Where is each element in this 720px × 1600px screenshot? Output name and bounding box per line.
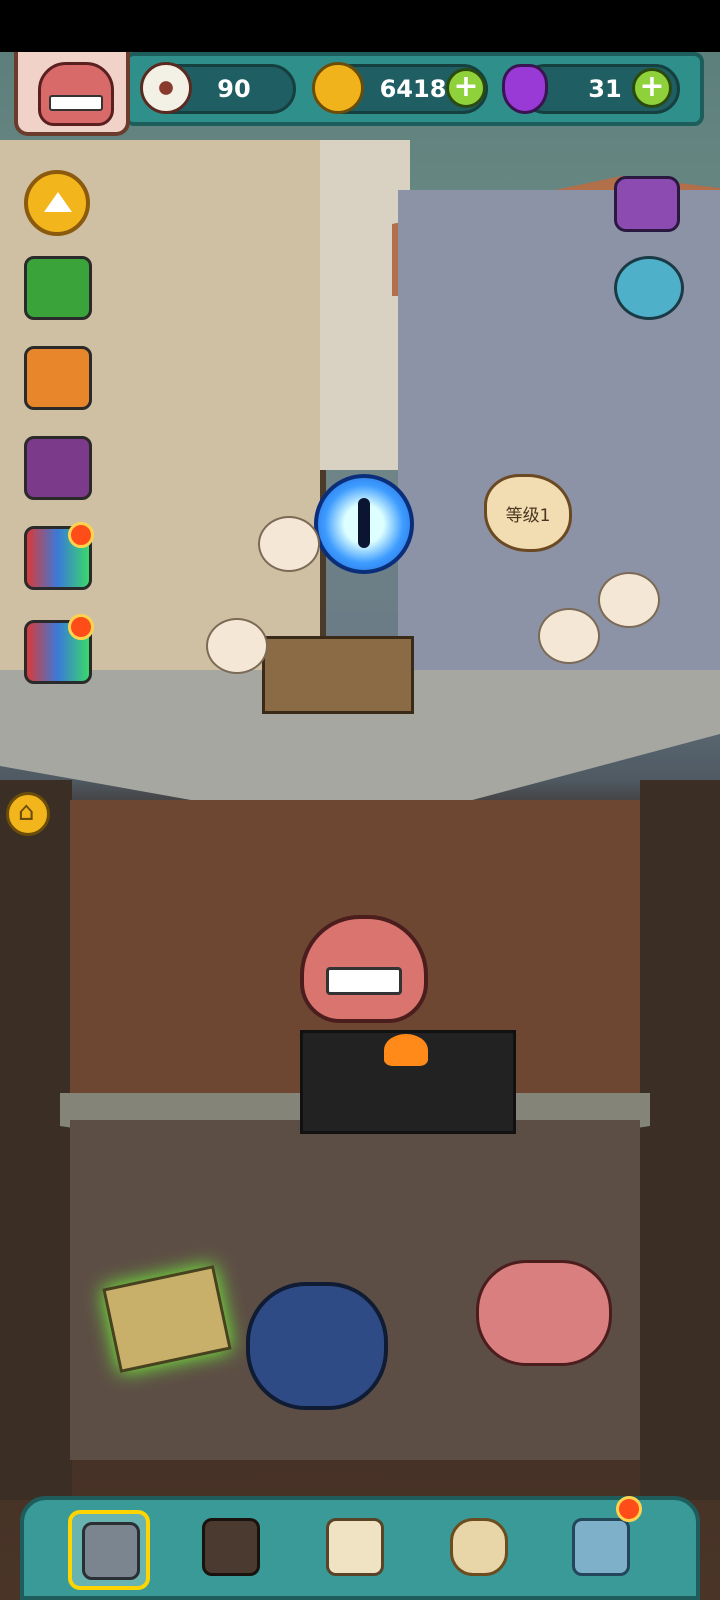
eyeball-count: 90 — [217, 75, 251, 103]
nav-shop[interactable] — [440, 1510, 522, 1590]
nav-restaurant[interactable] — [68, 1510, 150, 1590]
customer-thought-bubble — [598, 572, 660, 628]
collapse-menu-button[interactable] — [24, 170, 90, 236]
monster-pair-icon[interactable] — [614, 256, 684, 320]
add-potions-button[interactable]: + — [632, 68, 672, 108]
video-ad-tv-icon[interactable] — [614, 176, 680, 232]
nav-recipe-book[interactable] — [316, 1510, 398, 1590]
status-bar — [0, 0, 720, 52]
notification-badge — [68, 614, 94, 640]
coin-bag-icon — [450, 1518, 508, 1576]
pink-monster[interactable] — [476, 1260, 612, 1366]
nav-more[interactable] — [562, 1510, 644, 1590]
bottom-nav-bar — [20, 1496, 700, 1600]
restaurant-icon — [82, 1522, 140, 1580]
notification-badge — [616, 1496, 642, 1522]
gift-box-orange-icon[interactable] — [24, 346, 92, 410]
sleeping-blue-monster[interactable] — [246, 1282, 388, 1410]
earth-right — [640, 780, 720, 1500]
resource-bar: 90 6418 31 + + — [124, 52, 704, 126]
octopus-teeth — [326, 967, 402, 995]
fire-icon — [384, 1034, 428, 1066]
player-avatar[interactable] — [14, 52, 130, 136]
cards-icon[interactable] — [24, 436, 92, 500]
middle-building — [320, 140, 410, 470]
nav-monster-stove[interactable] — [192, 1510, 274, 1590]
add-coins-button[interactable]: + — [446, 68, 486, 108]
food-cart[interactable] — [262, 636, 414, 714]
furnace-monster-icon — [202, 1518, 260, 1576]
customer-thought-bubble — [206, 618, 268, 674]
avatar-monster-icon — [38, 62, 114, 126]
customer-thought-bubble — [538, 608, 600, 664]
grid-menu-icon — [572, 1518, 630, 1576]
earth-left — [0, 780, 72, 1500]
customer-thought-bubble — [258, 516, 320, 572]
eyeball-icon — [140, 62, 192, 114]
potion-count: 31 — [588, 75, 622, 103]
notification-badge — [68, 522, 94, 548]
octopus-chef-monster[interactable] — [300, 915, 428, 1023]
home-icon[interactable] — [6, 792, 50, 836]
level-badge[interactable]: 等级1 — [484, 474, 572, 552]
avatar-teeth — [49, 95, 103, 111]
right-building — [398, 190, 720, 670]
coin-count: 6418 — [379, 75, 447, 103]
coin-icon — [312, 62, 364, 114]
gift-box-green-icon[interactable] — [24, 256, 92, 320]
portal-pupil — [358, 498, 370, 548]
portal-eye-icon[interactable] — [314, 474, 414, 574]
potion-icon — [502, 64, 548, 114]
book-icon — [326, 1518, 384, 1576]
